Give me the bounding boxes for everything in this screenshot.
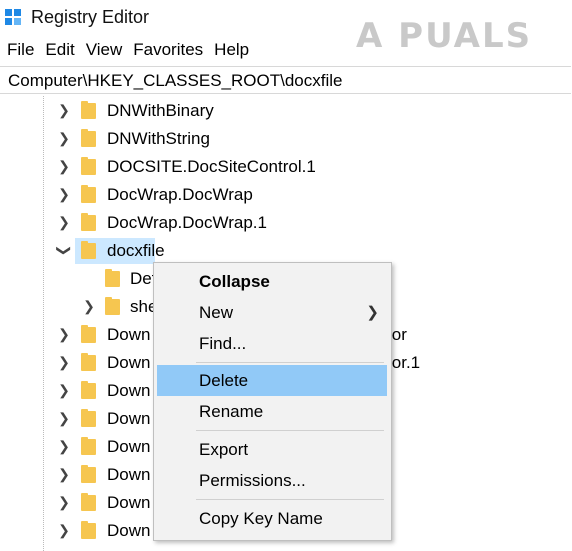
registry-editor-icon <box>5 9 23 27</box>
tree-item-label: Down <box>107 465 151 484</box>
rename-menu-item[interactable]: Rename <box>157 396 387 427</box>
delete-label: Delete <box>199 371 249 390</box>
chevron-right-icon[interactable]: ❯ <box>57 214 71 231</box>
chevron-right-icon[interactable]: ❯ <box>57 382 71 399</box>
folder-icon <box>81 241 96 259</box>
tree-item-label: DocWrap.DocWrap <box>107 185 253 204</box>
menu-separator <box>196 499 384 500</box>
window-title: Registry Editor <box>31 7 150 27</box>
menu-separator <box>196 362 384 363</box>
tree-item-label: DNWithString <box>107 129 210 148</box>
chevron-right-icon[interactable]: ❯ <box>57 130 71 147</box>
menu-bar: File Edit View Favorites Help <box>0 38 253 62</box>
new-menu-item[interactable]: New ❯ <box>157 297 387 328</box>
address-bar[interactable]: Computer\HKEY_CLASSES_ROOT\docxfile <box>0 66 571 94</box>
tree-item[interactable]: ❯ DocWrap.DocWrap <box>0 182 572 208</box>
chevron-right-icon[interactable]: ❯ <box>57 158 71 175</box>
folder-icon <box>81 213 96 231</box>
menu-help[interactable]: Help <box>207 38 253 62</box>
folder-icon <box>105 297 120 315</box>
tree-item-label: Down <box>107 409 151 428</box>
chevron-right-icon[interactable]: ❯ <box>57 410 71 427</box>
tree-item-label: Down <box>107 353 151 372</box>
chevron-down-icon[interactable]: ❯ <box>56 244 73 258</box>
rename-label: Rename <box>199 402 264 421</box>
chevron-right-icon[interactable]: ❯ <box>57 186 71 203</box>
folder-icon <box>81 521 96 539</box>
tree-item-label: DocWrap.DocWrap.1 <box>107 213 267 232</box>
tree-item-label: Down <box>107 381 151 400</box>
folder-icon <box>81 129 96 147</box>
chevron-right-icon[interactable]: ❯ <box>57 102 71 119</box>
folder-icon <box>81 465 96 483</box>
folder-icon <box>105 269 120 287</box>
chevron-right-icon[interactable]: ❯ <box>57 438 71 455</box>
chevron-right-icon[interactable]: ❯ <box>57 466 71 483</box>
delete-menu-item[interactable]: Delete <box>157 365 387 396</box>
chevron-right-icon[interactable]: ❯ <box>57 326 71 343</box>
new-label: New <box>199 303 234 322</box>
tree-item[interactable]: ❯ DNWithBinary <box>0 98 572 124</box>
tree-item-label: DNWithBinary <box>107 101 214 120</box>
title-bar: Registry Editor A PUALS <box>0 0 572 56</box>
folder-icon <box>81 185 96 203</box>
copy-key-name-label: Copy Key Name <box>199 509 323 528</box>
folder-icon <box>81 409 96 427</box>
collapse-label: Collapse <box>199 272 270 291</box>
tree-item-label: DOCSITE.DocSiteControl.1 <box>107 157 316 176</box>
tree-item-label: Down <box>107 325 151 344</box>
tree-item-label: docxfile <box>107 241 165 260</box>
folder-icon <box>81 437 96 455</box>
find-menu-item[interactable]: Find... <box>157 328 387 359</box>
folder-icon <box>81 493 96 511</box>
export-label: Export <box>199 440 249 459</box>
tree-item[interactable]: ❯ DNWithString <box>0 126 572 152</box>
folder-icon <box>81 325 96 343</box>
tree-item-label: Down <box>107 521 151 540</box>
export-menu-item[interactable]: Export <box>157 434 387 465</box>
chevron-right-icon[interactable]: ❯ <box>82 298 96 315</box>
chevron-right-icon: ❯ <box>366 304 379 321</box>
appuals-watermark: A PUALS <box>356 16 533 56</box>
menu-favorites[interactable]: Favorites <box>126 38 207 62</box>
find-label: Find... <box>199 334 247 353</box>
folder-icon <box>81 101 96 119</box>
context-menu: Collapse New ❯ Find... Delete Rename Exp… <box>153 262 392 541</box>
chevron-right-icon[interactable]: ❯ <box>57 494 71 511</box>
copy-key-name-menu-item[interactable]: Copy Key Name <box>157 503 387 534</box>
permissions-menu-item[interactable]: Permissions... <box>157 465 387 496</box>
menu-edit[interactable]: Edit <box>38 38 78 62</box>
folder-icon <box>81 381 96 399</box>
folder-icon <box>81 353 96 371</box>
tree-item-label-tail: ior.1 <box>388 353 421 372</box>
menu-file[interactable]: File <box>0 38 38 62</box>
permissions-label: Permissions... <box>199 471 306 490</box>
tree-item-label: Down <box>107 437 151 456</box>
tree-item[interactable]: ❯ DocWrap.DocWrap.1 <box>0 210 572 236</box>
folder-icon <box>81 157 96 175</box>
tree-item-selected[interactable]: ❯ docxfile <box>0 238 572 264</box>
menu-separator <box>196 430 384 431</box>
menu-view[interactable]: View <box>79 38 127 62</box>
chevron-right-icon[interactable]: ❯ <box>57 354 71 371</box>
tree-item-label: Down <box>107 493 151 512</box>
tree-item[interactable]: ❯ DOCSITE.DocSiteControl.1 <box>0 154 572 180</box>
collapse-menu-item[interactable]: Collapse <box>157 266 387 297</box>
chevron-right-icon[interactable]: ❯ <box>57 522 71 539</box>
